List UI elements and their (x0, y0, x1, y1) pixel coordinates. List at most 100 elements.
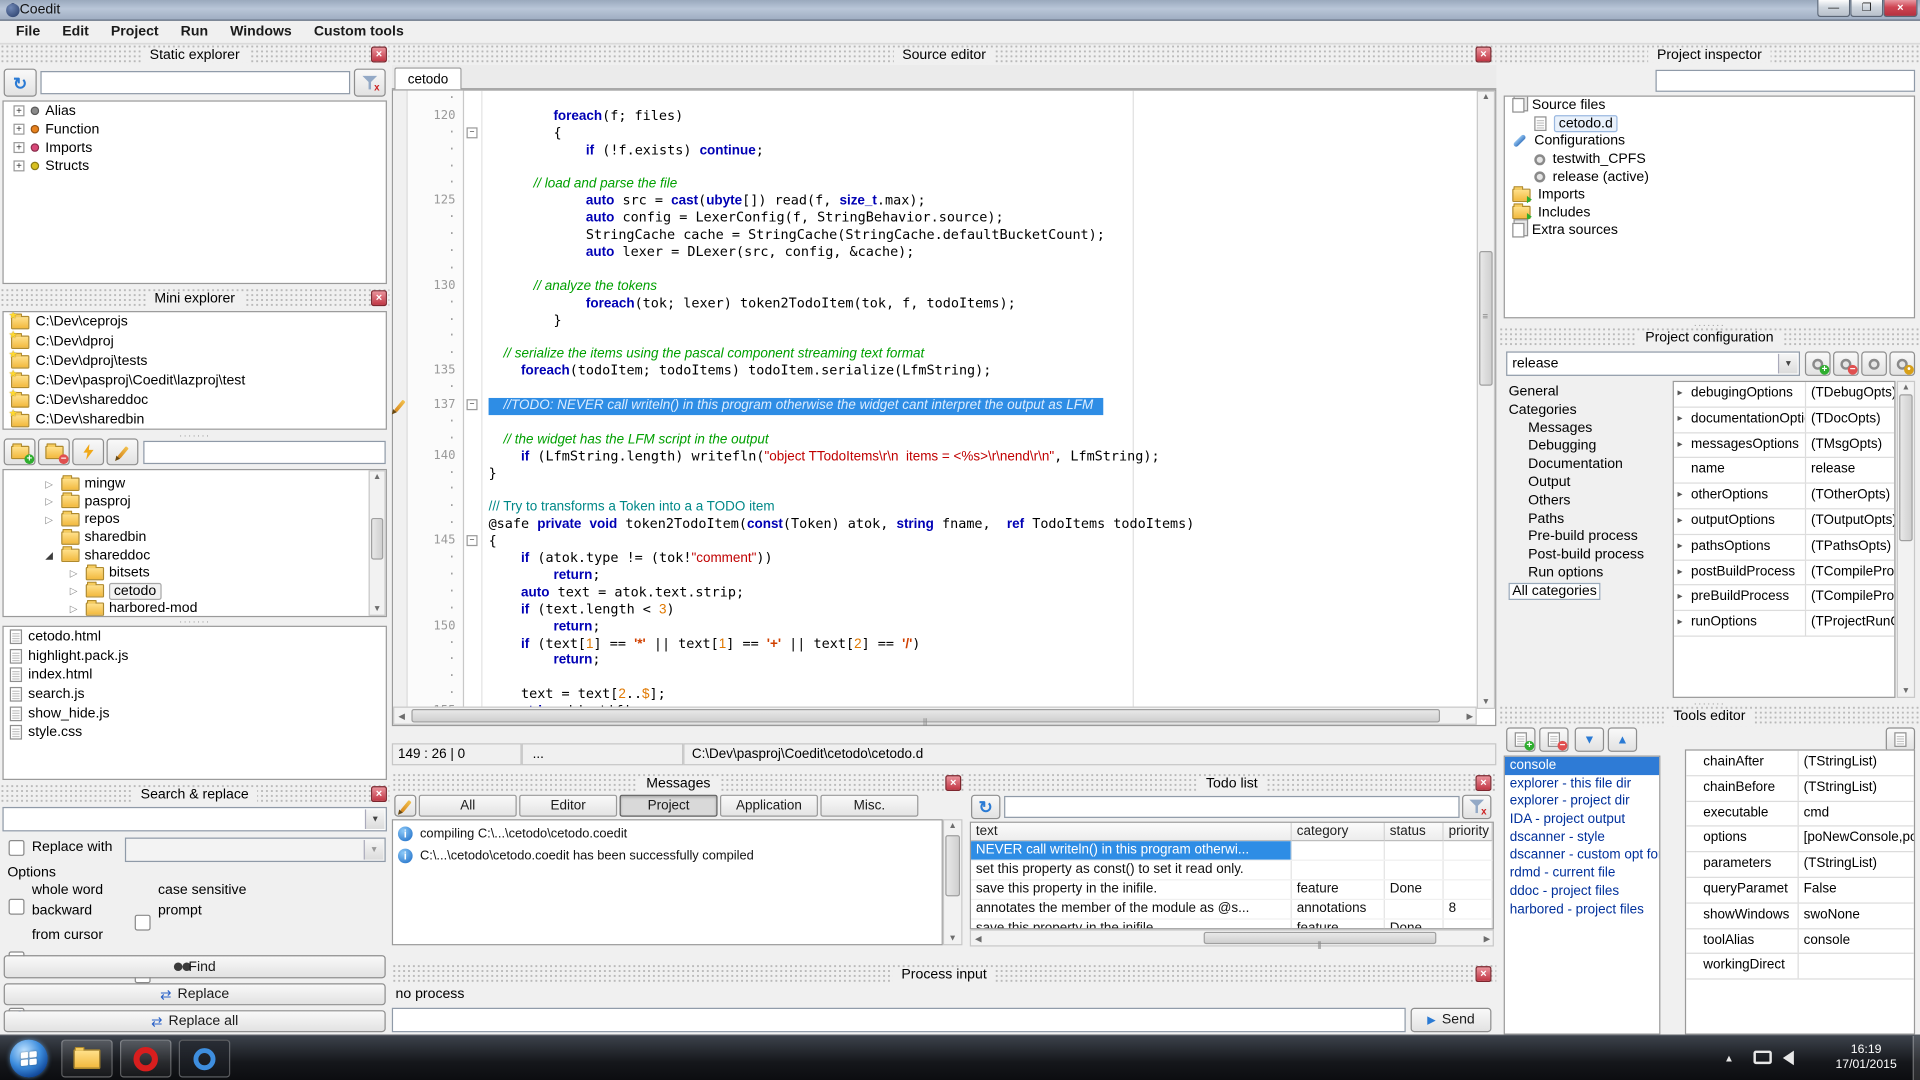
favorite-path[interactable]: C:\Dev\shareddoc (4, 391, 386, 411)
property-row[interactable]: ▸runOptions(TProjectRunO (1674, 611, 1894, 636)
property-row[interactable]: chainAfter(TStringList) (1686, 751, 1914, 776)
sync-configuration-button[interactable]: • (1889, 351, 1915, 375)
tray-expand-icon[interactable]: ▲ (1724, 1053, 1734, 1064)
inspector-item-testwith-cpfs[interactable]: testwith_CPFS (1505, 150, 1914, 168)
tool-item-explorer-this-file-dir[interactable]: explorer - this file dir (1505, 775, 1659, 793)
inspector-item-imports[interactable]: Imports (1505, 186, 1914, 204)
property-row[interactable]: chainBefore(TStringList) (1686, 776, 1914, 801)
todo-column-header-text[interactable]: text (971, 823, 1292, 841)
favorite-path[interactable]: C:\Dev\dproj (4, 332, 386, 352)
tool-item-console[interactable]: console (1505, 757, 1659, 775)
send-button[interactable]: ▶Send (1411, 1008, 1492, 1032)
replace-with-combo[interactable]: ▼ (125, 838, 386, 862)
file-item[interactable]: cetodo.html (4, 627, 386, 646)
tree-collapsed-icon[interactable]: ▷ (70, 586, 81, 597)
property-value[interactable]: (TProjectRunO (1806, 611, 1894, 635)
splitter[interactable]: ······· (0, 431, 389, 438)
editor-code-area[interactable]: foreach(f; files) { if (!f.exists) conti… (482, 91, 1476, 707)
category-run-options[interactable]: Run options (1506, 564, 1670, 582)
minimize-button[interactable]: — (1817, 0, 1850, 17)
category-post-build-process[interactable]: Post-build process (1506, 546, 1670, 564)
property-row[interactable]: ▸messagesOptions(TMsgOpts) (1674, 433, 1894, 458)
editor-horizontal-scrollbar[interactable]: ◀▶ ⫴ (393, 707, 1477, 725)
todo-row[interactable]: set this property as const() to set it r… (971, 861, 1493, 881)
file-item[interactable]: style.css (4, 723, 386, 742)
property-value[interactable]: (TMsgOpts) (1806, 433, 1894, 457)
tool-item-dscanner-custom-opt-for-file[interactable]: dscanner - custom opt for file (1505, 847, 1659, 865)
taskbar-explorer-button[interactable] (61, 1040, 112, 1078)
tree-folder-repos[interactable]: ▷repos (4, 511, 386, 529)
property-value[interactable] (1799, 954, 1914, 978)
menu-edit[interactable]: Edit (51, 20, 100, 43)
chevron-down-icon[interactable]: ▼ (1778, 354, 1798, 374)
expand-icon[interactable]: + (13, 105, 24, 116)
tool-item-harbored-project-files[interactable]: harbored - project files (1505, 901, 1659, 919)
file-item[interactable]: search.js (4, 685, 386, 704)
property-row[interactable]: workingDirect (1686, 954, 1914, 979)
property-row[interactable]: ▸debugingOptions(TDebugOpts) (1674, 382, 1894, 407)
todo-row[interactable]: NEVER call writeln() in this program oth… (971, 841, 1493, 861)
maximize-button[interactable]: ❐ (1850, 0, 1883, 17)
configuration-select[interactable]: release▼ (1506, 351, 1800, 375)
property-row[interactable]: ▸outputOptions(TOutputOpts) (1674, 509, 1894, 534)
property-row[interactable]: ▸pathsOptions(TPathsOpts) (1674, 535, 1894, 560)
editor-fold-strip[interactable]: −−− (464, 91, 482, 725)
todo-filter-input[interactable] (1004, 796, 1460, 818)
expand-icon[interactable]: + (13, 160, 24, 171)
search-replace-close-icon[interactable]: × (371, 786, 387, 802)
tree-collapsed-icon[interactable]: ▷ (45, 479, 56, 490)
fold-collapse-icon[interactable]: − (467, 127, 478, 138)
tree-folder-pasproj[interactable]: ▷pasproj (4, 493, 386, 511)
messages-tab-project[interactable]: Project (620, 795, 718, 817)
close-button[interactable]: × (1883, 0, 1917, 17)
search-term-combo[interactable]: ▼ (2, 807, 386, 831)
category-messages[interactable]: Messages (1506, 420, 1670, 438)
replace-button[interactable]: ⇄ Replace (4, 983, 386, 1005)
property-row[interactable]: ▸documentationOption(TDocOpts) (1674, 408, 1894, 433)
configuration-scrollbar[interactable]: ▲▼ (1897, 381, 1915, 698)
source-editor-close-icon[interactable]: × (1476, 47, 1492, 63)
inspector-item-configurations[interactable]: Configurations (1505, 132, 1914, 150)
property-value[interactable]: (TStringList) (1799, 751, 1914, 775)
todo-list-close-icon[interactable]: × (1476, 775, 1492, 791)
messages-options-button[interactable] (394, 795, 416, 817)
property-value[interactable]: [poNewConsole,poNew (1799, 827, 1914, 851)
tool-item-dscanner-style[interactable]: dscanner - style (1505, 829, 1659, 847)
messages-scrollbar[interactable]: ▲▼ (943, 819, 963, 945)
checkbox-whole-word[interactable] (9, 899, 25, 915)
move-tool-down-button[interactable]: ▼ (1575, 727, 1604, 751)
tool-item-explorer-project-dir[interactable]: explorer - project dir (1505, 793, 1659, 811)
static-explorer-item-alias[interactable]: +Alias (4, 102, 386, 120)
messages-tab-editor[interactable]: Editor (519, 795, 617, 817)
property-value[interactable]: (TStringList) (1799, 776, 1914, 800)
category-documentation[interactable]: Documentation (1506, 456, 1670, 474)
property-row[interactable]: executablecmd (1686, 802, 1914, 827)
fold-collapse-icon[interactable]: − (467, 536, 478, 547)
project-inspector-filter-input[interactable] (1656, 70, 1916, 92)
property-value[interactable]: (TDocOpts) (1806, 408, 1894, 432)
property-value[interactable]: cmd (1799, 802, 1914, 826)
tree-folder-shareddoc[interactable]: ◢shareddoc (4, 547, 386, 565)
property-row[interactable]: toolAliasconsole (1686, 929, 1914, 954)
property-row[interactable]: parameters(TStringList) (1686, 852, 1914, 877)
todo-filter-button[interactable]: x (1462, 795, 1491, 819)
chevron-down-icon[interactable]: ▼ (365, 809, 385, 829)
move-tool-up-button[interactable]: ▲ (1608, 727, 1637, 751)
messages-tab-all[interactable]: All (419, 795, 517, 817)
menu-project[interactable]: Project (100, 20, 170, 43)
category-debugging[interactable]: Debugging (1506, 438, 1670, 456)
property-value[interactable]: release (1806, 458, 1894, 482)
property-row[interactable]: options[poNewConsole,poNew (1686, 827, 1914, 852)
messages-tab-application[interactable]: Application (720, 795, 818, 817)
favorite-path[interactable]: C:\Dev\ceprojs (4, 312, 386, 332)
show-desktop-button[interactable] (1913, 1036, 1920, 1080)
static-explorer-filter-input[interactable] (40, 71, 350, 94)
property-row[interactable]: showWindowsswoNone (1686, 903, 1914, 928)
tree-expanded-icon[interactable]: ◢ (45, 550, 56, 561)
tray-volume-icon[interactable] (1783, 1051, 1794, 1066)
property-value[interactable]: console (1799, 929, 1914, 953)
editor-vertical-scrollbar[interactable]: ▲▼ ≡ (1477, 91, 1495, 709)
add-favorite-button[interactable]: + (4, 438, 36, 465)
property-row[interactable]: ▸postBuildProcess(TCompileProc (1674, 560, 1894, 585)
file-item[interactable]: highlight.pack.js (4, 646, 386, 665)
